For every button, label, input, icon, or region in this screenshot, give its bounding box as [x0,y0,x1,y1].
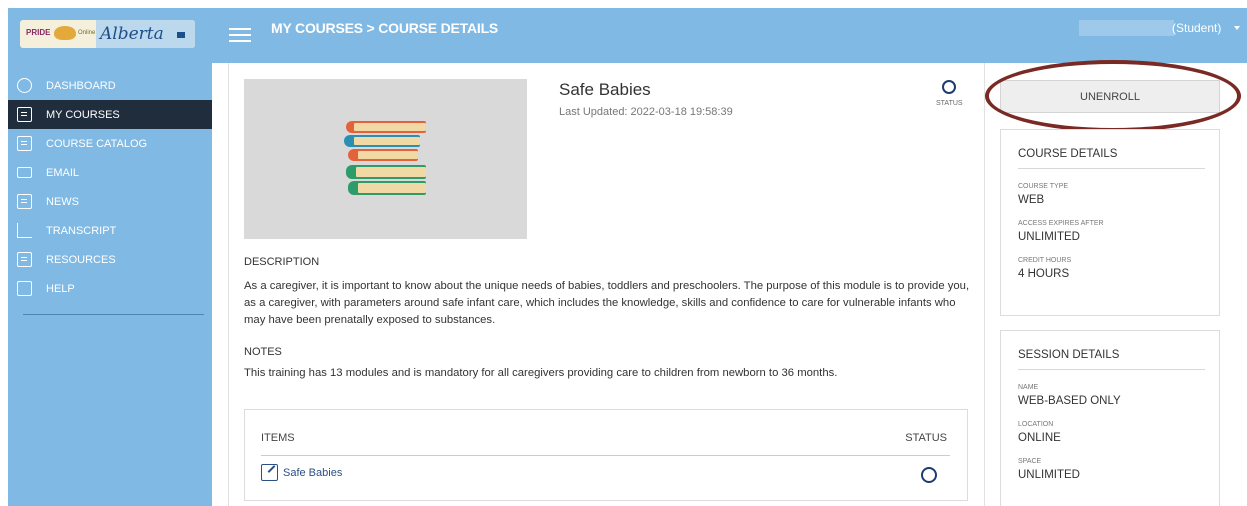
book-red-icon [348,149,418,161]
help-chat-icon [17,281,32,296]
items-divider [261,455,950,456]
user-name-redacted[interactable] [1079,20,1174,36]
sidebar-item-label: MY COURSES [46,108,120,121]
item-status-ring-icon [921,467,937,483]
course-details-title: COURSE DETAILS [1018,148,1118,160]
sidebar-item-help[interactable]: HELP [8,274,212,303]
user-role-label[interactable]: (Student) [1172,21,1221,35]
sidebar-item-dashboard[interactable]: DASHBOARD [8,71,212,100]
session-details-card: SESSION DETAILS NAME WEB-BASED ONLY LOCA… [1000,330,1220,506]
sidebar-item-label: TRANSCRIPT [46,224,117,237]
envelope-icon [17,167,32,178]
items-status-column-header: STATUS [905,432,947,444]
external-link-icon[interactable] [261,464,278,481]
course-type-value: WEB [1018,194,1045,206]
book-green-icon [346,165,426,179]
pride-alberta-logo[interactable]: PRIDE Online Alberta [20,20,195,48]
book-green-bottom-icon [348,181,426,195]
dashboard-icon [17,78,32,93]
sidebar-item-transcript[interactable]: TRANSCRIPT [8,216,212,245]
logo-flower-icon [54,26,76,40]
notes-heading: NOTES [244,346,282,358]
notes-text: This training has 13 modules and is mand… [244,367,838,379]
top-bar: PRIDE Online Alberta MY COURSES > COURSE… [8,8,1247,63]
course-title: Safe Babies [559,80,651,99]
book-orange-icon [346,121,426,133]
catalog-icon [17,136,32,151]
access-expires-value: UNLIMITED [1018,231,1080,243]
annotation-highlight-oval [985,60,1241,132]
course-details-card: COURSE DETAILS COURSE TYPE WEB ACCESS EX… [1000,129,1220,316]
sidebar-item-label: RESOURCES [46,253,116,266]
session-details-divider [1018,369,1205,370]
logo-flag-icon [177,32,185,38]
session-space-value: UNLIMITED [1018,469,1080,481]
sidebar-item-label: EMAIL [46,166,80,179]
session-location-value: ONLINE [1018,432,1061,444]
sidebar-item-course-catalog[interactable]: COURSE CATALOG [8,129,212,158]
session-name-label: NAME [1018,384,1039,391]
course-details-divider [1018,168,1205,169]
course-items-table: ITEMS STATUS Safe Babies [244,409,968,501]
sidebar-item-label: COURSE CATALOG [46,137,148,150]
sidebar-item-label: NEWS [46,195,79,208]
sidebar: DASHBOARD MY COURSES COURSE CATALOG EMAI… [8,63,212,506]
last-updated-text: Last Updated: 2022-03-18 19:58:39 [559,106,733,118]
access-expires-label: ACCESS EXPIRES AFTER [1018,220,1104,227]
book-blue-icon [344,135,420,147]
sidebar-item-news[interactable]: NEWS [8,187,212,216]
session-details-title: SESSION DETAILS [1018,349,1120,361]
session-location-label: LOCATION [1018,421,1054,428]
my-courses-icon [17,107,32,122]
sidebar-item-email[interactable]: EMAIL [8,158,212,187]
logo-pride-text: PRIDE [26,28,51,37]
logo-alberta-text: Alberta [100,24,164,44]
description-heading: DESCRIPTION [244,256,320,268]
sidebar-item-my-courses[interactable]: MY COURSES [8,100,212,129]
user-menu-caret-icon[interactable] [1234,26,1240,30]
news-icon [17,194,32,209]
session-space-label: SPACE [1018,458,1042,465]
course-type-label: COURSE TYPE [1018,183,1069,190]
session-name-value: WEB-BASED ONLY [1018,395,1121,407]
course-item-link[interactable]: Safe Babies [283,467,342,479]
course-thumbnail-books-icon [244,79,527,239]
course-status-label: STATUS [936,100,963,107]
breadcrumb[interactable]: MY COURSES > COURSE DETAILS [271,20,498,36]
download-icon [17,252,32,267]
logo-online-text: Online [78,30,96,36]
transcript-chart-icon [17,223,32,238]
sidebar-item-resources[interactable]: RESOURCES [8,245,212,274]
course-status-ring-icon [942,80,956,94]
credit-hours-label: CREDIT HOURS [1018,257,1072,264]
sidebar-divider [23,314,204,315]
items-column-header: ITEMS [261,432,295,444]
sidebar-item-label: DASHBOARD [46,79,116,92]
sidebar-item-label: HELP [46,282,75,295]
description-text: As a caregiver, it is important to know … [244,280,970,326]
credit-hours-value: 4 HOURS [1018,268,1070,280]
hamburger-menu-icon[interactable] [229,28,251,42]
